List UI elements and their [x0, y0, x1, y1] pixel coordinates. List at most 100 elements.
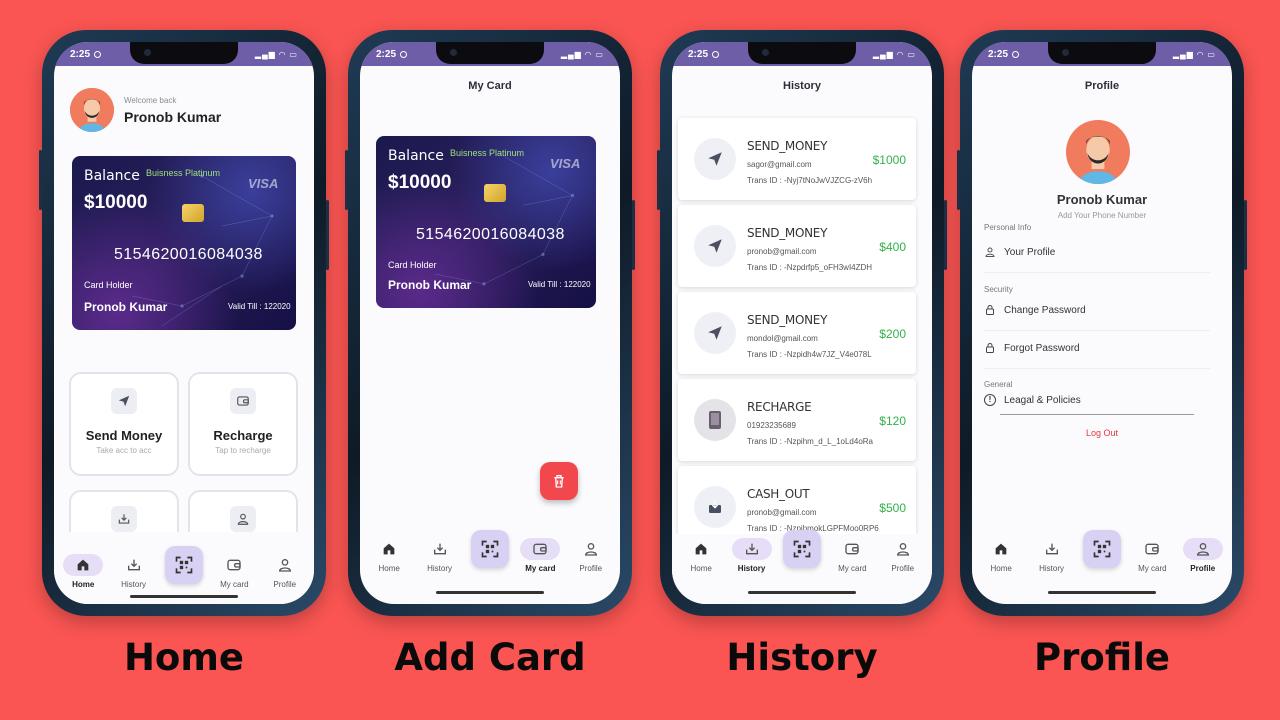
user-icon [895, 541, 911, 557]
nav-scan[interactable] [161, 546, 207, 584]
caption-addcard: Add Card [394, 636, 586, 679]
status-time: 2:25 [376, 48, 397, 60]
profile-name: Pronob Kumar [1056, 192, 1148, 207]
caption-profile: Profile [1034, 636, 1170, 679]
nav-home[interactable]: Home [978, 538, 1024, 573]
avatar[interactable] [70, 88, 114, 132]
history-icon [432, 541, 448, 557]
nav-history[interactable]: History [1029, 538, 1075, 573]
group-icon [230, 506, 256, 532]
status-dot-icon [1012, 50, 1020, 58]
nav-history[interactable]: History [111, 554, 157, 589]
recharge-tile[interactable]: Recharge Tap to recharge [188, 372, 298, 476]
card-holder-label: Card Holder [388, 260, 437, 270]
change-password-row[interactable]: Change Password [984, 304, 1086, 316]
balance-amount: $10000 [388, 172, 452, 193]
status-time: 2:25 [988, 48, 1009, 60]
card-valid: Valid Till : 122020 [228, 302, 291, 311]
card-valid: Valid Till : 122020 [528, 280, 591, 289]
nav-mycard[interactable]: My card [829, 538, 875, 573]
bank-card[interactable]: Balance Buisness Platinum VISA $10000 51… [376, 136, 596, 308]
history-type: SEND_MONEY [747, 313, 828, 327]
card-holder-name: Pronob Kumar [84, 300, 168, 314]
nav-history[interactable]: History [417, 538, 463, 573]
page-title: History [783, 80, 821, 92]
send-money-tile[interactable]: Send Money Take acc to acc [69, 372, 179, 476]
status-icons: ▂▄▆ ◠ ▭ [1172, 49, 1216, 59]
nav-profile[interactable]: Profile [568, 538, 614, 573]
status-icons: ▂▄▆ ◠ ▭ [872, 49, 916, 59]
card-number: 5154620016084038 [416, 226, 565, 243]
history-item[interactable]: SEND_MONEY sagor@gmail.com Trans ID : -N… [678, 118, 916, 200]
card-tier: Buisness Platinum [450, 148, 525, 158]
history-trans: Trans ID : -Nyj7tNoJwVJZCG-zV6h [747, 176, 873, 185]
legal-row[interactable]: ! Leagal & Policies [984, 394, 1081, 406]
nav-profile[interactable]: Profile [262, 554, 308, 589]
bottom-nav: Home History My card Profile [360, 530, 620, 573]
nav-profile[interactable]: Profile [1180, 538, 1226, 573]
home-screen: 2:25 ▂▄▆ ◠ ▭ Welcome back Pronob Kumar B… [54, 42, 314, 604]
home-indicator [748, 591, 856, 594]
nav-home[interactable]: Home [678, 538, 724, 573]
history-sub: pronob@gmail.com [747, 247, 817, 256]
history-amount: $120 [879, 414, 906, 428]
history-type: CASH_OUT [747, 487, 810, 501]
home-icon [693, 541, 709, 557]
profile-screen: 2:25 ▂▄▆ ◠ ▭ Profile Pronob Kumar Add Yo… [972, 42, 1232, 604]
wallet-icon [226, 557, 242, 573]
your-profile-row[interactable]: Your Profile [984, 246, 1055, 258]
phone-home: 2:25 ▂▄▆ ◠ ▭ Welcome back Pronob Kumar B… [39, 30, 329, 616]
notch [1048, 42, 1156, 64]
bank-card[interactable]: Balance Buisness Platinum VISA $10000 51… [72, 156, 296, 330]
history-sub: mondol@gmail.com [747, 334, 818, 343]
nav-mycard[interactable]: My card [211, 554, 257, 589]
nav-history[interactable]: History [729, 538, 775, 573]
status-dot-icon [94, 50, 102, 58]
history-amount: $200 [879, 327, 906, 341]
send-money-subtitle: Take acc to acc [96, 446, 152, 455]
section-personal: Personal Info [984, 223, 1032, 232]
bottom-nav: Home History My card Profile [672, 530, 932, 573]
cashout-icon [111, 506, 137, 532]
nav-mycard[interactable]: My card [1129, 538, 1175, 573]
qr-icon [174, 555, 194, 575]
trash-icon [554, 475, 564, 488]
recharge-subtitle: Tap to recharge [215, 446, 271, 455]
history-icon [126, 557, 142, 573]
avatar[interactable] [1066, 120, 1130, 184]
logout-button[interactable]: Log Out [972, 428, 1232, 438]
page-title: Profile [1084, 80, 1120, 92]
welcome-header: Welcome back Pronob Kumar [70, 88, 221, 132]
delete-card-button[interactable] [540, 462, 578, 500]
send-icon [694, 225, 736, 267]
nav-scan[interactable] [779, 530, 825, 568]
history-item[interactable]: SEND_MONEY mondol@gmail.com Trans ID : -… [678, 292, 916, 374]
status-icons: ▂▄▆ ◠ ▭ [254, 49, 298, 59]
phone-history: 2:25 ▂▄▆ ◠ ▭ History SEND_MONEY sagor@gm… [657, 30, 947, 616]
nav-mycard[interactable]: My card [517, 538, 563, 573]
nav-profile[interactable]: Profile [880, 538, 926, 573]
nav-scan[interactable] [1079, 530, 1125, 568]
nav-home[interactable]: Home [60, 554, 106, 589]
phone-mycard: 2:25 ▂▄▆ ◠ ▭ My Card Balance Buisness Pl… [345, 30, 635, 616]
send-icon [694, 312, 736, 354]
cashout-icon [694, 486, 736, 528]
info-icon: ! [984, 394, 996, 406]
send-icon [111, 388, 137, 414]
caption-history: History [726, 636, 878, 679]
balance-amount: $10000 [84, 192, 148, 213]
forgot-password-row[interactable]: Forgot Password [984, 342, 1080, 354]
status-icons: ▂▄▆ ◠ ▭ [560, 49, 604, 59]
history-item[interactable]: RECHARGE 01923235689 Trans ID : -Nzpihm_… [678, 379, 916, 461]
caption-home: Home [123, 636, 245, 679]
user-icon [984, 246, 996, 258]
history-item[interactable]: SEND_MONEY pronob@gmail.com Trans ID : -… [678, 205, 916, 287]
nav-scan[interactable] [467, 530, 513, 568]
notch [436, 42, 544, 64]
phone-hint[interactable]: Add Your Phone Number [972, 211, 1232, 220]
nav-home[interactable]: Home [366, 538, 412, 573]
home-icon [75, 557, 91, 573]
phone-icon [694, 399, 736, 441]
send-money-title: Send Money [85, 428, 163, 443]
home-indicator [436, 591, 544, 594]
